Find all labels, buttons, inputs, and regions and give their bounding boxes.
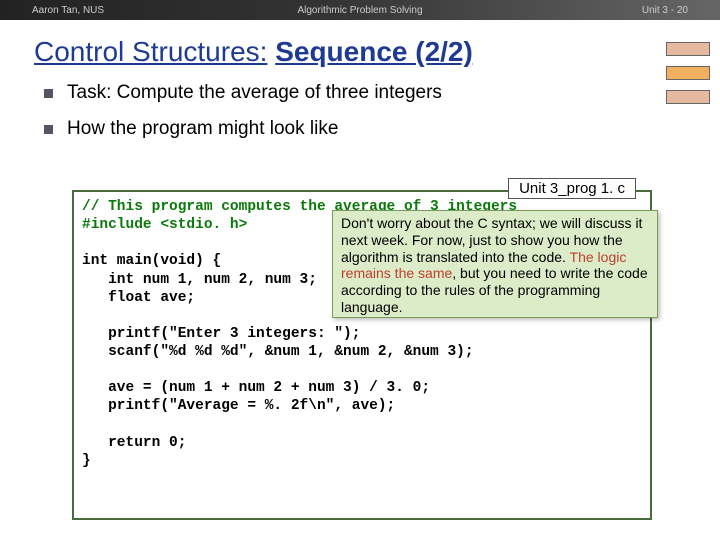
slide-header: Aaron Tan, NUS Algorithmic Problem Solvi… [0, 0, 720, 20]
header-course: Algorithmic Problem Solving [297, 5, 422, 16]
bullet-icon [44, 89, 53, 98]
code-line: float ave; [82, 290, 195, 306]
code-line: #include <stdio. h> [82, 217, 247, 233]
annotation-note: Don't worry about the C syntax; we will … [332, 210, 658, 318]
bullet-item: How the program might look like [44, 118, 720, 140]
code-line: printf("Average = %. 2f\n", ave); [82, 398, 395, 414]
code-line: return 0; [82, 435, 186, 451]
code-line: int main(void) { [82, 253, 221, 269]
bullet-text: Task: Compute the average of three integ… [67, 82, 442, 104]
flow-box-icon [666, 66, 710, 80]
header-author: Aaron Tan, NUS [32, 5, 104, 16]
code-line: printf("Enter 3 integers: "); [82, 326, 360, 342]
side-sequence-icons [666, 42, 710, 104]
flow-box-icon [666, 90, 710, 104]
slide-title: Control Structures: Sequence (2/2) [34, 36, 720, 68]
filename-label: Unit 3_prog 1. c [508, 178, 636, 199]
code-line: int num 1, num 2, num 3; [82, 272, 317, 288]
bullet-icon [44, 125, 53, 134]
bullet-item: Task: Compute the average of three integ… [44, 82, 720, 104]
code-line: } [82, 453, 91, 469]
title-part2: Sequence (2/2) [275, 36, 473, 67]
header-unit: Unit 3 - 20 [642, 5, 688, 16]
code-line: scanf("%d %d %d", &num 1, &num 2, &num 3… [82, 344, 474, 360]
code-line: ave = (num 1 + num 2 + num 3) / 3. 0; [82, 380, 430, 396]
flow-box-icon [666, 42, 710, 56]
bullet-text: How the program might look like [67, 118, 338, 140]
title-part1: Control Structures: [34, 36, 267, 67]
